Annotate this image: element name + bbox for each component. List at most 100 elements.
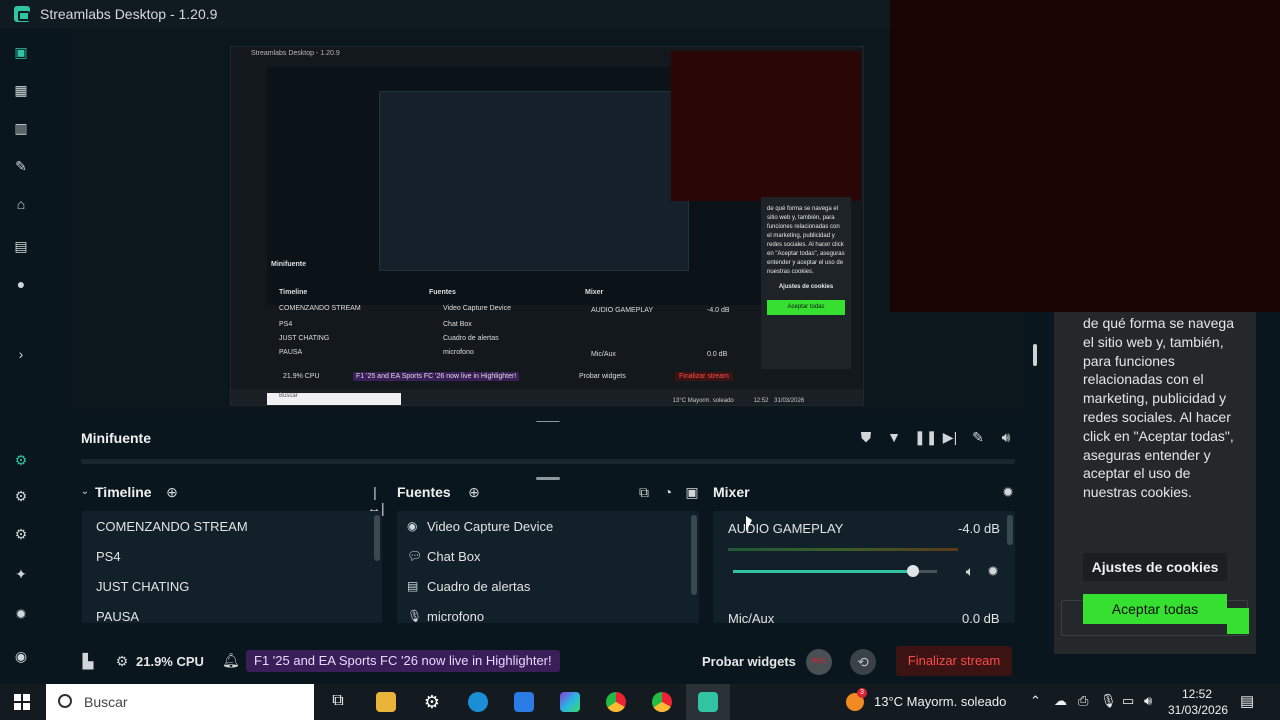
- collapse-chevron-icon[interactable]: ⌄: [77, 484, 93, 500]
- tray-chevron-icon[interactable]: ⌃: [1030, 693, 1041, 709]
- cookie-text: de qué forma se navega el sitio web y, t…: [1083, 315, 1234, 501]
- source-item-alertas[interactable]: Cuadro de alertas: [427, 579, 530, 594]
- end-stream-button[interactable]: Finalizar stream: [896, 646, 1012, 676]
- weather-badge: 3: [857, 688, 867, 698]
- search-icon: [58, 694, 72, 708]
- mouse-cursor: [746, 516, 752, 532]
- next-icon[interactable]: ▶|: [942, 429, 958, 445]
- add-source-icon[interactable]: ⊕: [466, 484, 482, 500]
- mixer-settings-icon[interactable]: ✹: [1000, 484, 1016, 500]
- audio-settings-icon[interactable]: ✹: [985, 563, 1001, 579]
- settings-app-icon[interactable]: ⚙: [422, 692, 442, 712]
- test-widgets-button[interactable]: Probar widgets: [702, 654, 796, 669]
- edit-icon[interactable]: ✎: [970, 429, 986, 445]
- stats-icon[interactable]: ▙: [80, 653, 96, 669]
- windows-start-icon[interactable]: [14, 694, 30, 710]
- editor-icon[interactable]: ▣: [13, 44, 29, 60]
- record-button[interactable]: REC: [806, 649, 832, 675]
- mixer-title: Mixer: [713, 484, 750, 500]
- source-item-video-capture[interactable]: Video Capture Device: [427, 519, 553, 534]
- scene-transition-icon[interactable]: |↔|: [367, 484, 385, 516]
- ai-icon[interactable]: ✦: [13, 566, 29, 582]
- source-item-microfono[interactable]: microfono: [427, 609, 484, 624]
- themes-icon[interactable]: ✎: [13, 158, 29, 174]
- edge-browser-icon[interactable]: [468, 692, 488, 712]
- file-explorer-icon[interactable]: [376, 692, 396, 712]
- preview-weather: 13°C Mayorm. soleado: [672, 397, 734, 404]
- preview-scene-1: COMENZANDO STREAM: [279, 305, 361, 312]
- resize-handle[interactable]: [1033, 344, 1037, 366]
- notification-bell-icon[interactable]: 🔔︎: [222, 652, 240, 668]
- windows-taskbar: Buscar ⧉ ⚙ 3 13°C Mayorm. soleado ⌃ ☁ ⎙ …: [0, 684, 1280, 720]
- drag-handle-middle[interactable]: [536, 477, 560, 480]
- accept-cookies-button[interactable]: Aceptar todas: [1083, 594, 1227, 624]
- dashboard-icon[interactable]: ⚙: [13, 488, 29, 504]
- expand-arrow-icon[interactable]: ›: [13, 346, 29, 362]
- tray-network-icon[interactable]: ☁: [1054, 693, 1067, 709]
- timeline-title: Timeline: [95, 484, 152, 500]
- mixer-panel: AUDIO GAMEPLAY -4.0 dB 🔈︎ ✹ Mic/Aux 0.0 …: [713, 511, 1015, 626]
- scene-item-pausa[interactable]: PAUSA: [96, 609, 139, 624]
- preview-source-4: microfono: [443, 349, 474, 356]
- outlook-icon[interactable]: [514, 692, 534, 712]
- store-icon[interactable]: ⌂: [13, 196, 29, 212]
- clock-date[interactable]: 31/03/2026: [1168, 703, 1228, 717]
- cookie-banner: de qué forma se navega el sitio web y, t…: [1054, 312, 1256, 654]
- library-icon[interactable]: ▥: [13, 120, 29, 136]
- mixer-scrollbar[interactable]: [1007, 515, 1013, 545]
- footer-bar: ▙ ⚙ 21.9% CPU 🔔︎ F1 '25 and EA Sports FC…: [72, 640, 1024, 680]
- cookie-settings-button[interactable]: Ajustes de cookies: [1083, 553, 1227, 581]
- scenes-scrollbar[interactable]: [374, 515, 380, 561]
- microsoft365-icon[interactable]: [560, 692, 580, 712]
- preview-date: 31/03/2026: [774, 397, 805, 404]
- stream-preview[interactable]: Streamlabs Desktop - 1.20.9 de qué forma…: [230, 46, 864, 406]
- preview-cookie-text: de qué forma se navega el sitio web y, t…: [767, 206, 845, 275]
- settings-icon[interactable]: ✹: [13, 606, 29, 622]
- volume-icon[interactable]: 🔊︎: [998, 429, 1014, 445]
- preview-scene-2: PS4: [279, 321, 293, 328]
- layout-grid-icon[interactable]: ▦: [13, 82, 29, 98]
- source-group-icon[interactable]: ⧉: [636, 484, 652, 500]
- replay-buffer-icon[interactable]: ⟲: [850, 649, 876, 675]
- mute-icon[interactable]: 🔈︎: [962, 563, 978, 579]
- left-navigation: ▣ ▦ ▥ ✎ ⌂ ▤ ● › ⚙ ⚙ ⚙ ✦ ✹ ◉: [0, 28, 42, 680]
- pause-icon[interactable]: ❚❚: [914, 429, 937, 445]
- preview-audio-1-db: -4.0 dB: [707, 307, 730, 314]
- highlighter-notification[interactable]: F1 '25 and EA Sports FC '26 now live in …: [246, 650, 560, 672]
- weather-text[interactable]: 13°C Mayorm. soleado: [874, 694, 1006, 709]
- play-icon[interactable]: ●: [13, 276, 29, 292]
- minifuente-progress: [81, 459, 1015, 464]
- taskbar-search-placeholder: Buscar: [84, 694, 128, 710]
- tray-volume-icon[interactable]: 🔊︎: [1144, 693, 1152, 709]
- sources-scrollbar[interactable]: [691, 515, 697, 595]
- streamlabs-taskbar-active[interactable]: [686, 684, 730, 720]
- scene-item-comenzando[interactable]: COMENZANDO STREAM: [96, 519, 248, 534]
- filter-icon[interactable]: ▼: [886, 429, 902, 445]
- preview-fuentes: Fuentes: [429, 289, 456, 296]
- notifications-icon[interactable]: ▤: [1240, 692, 1254, 710]
- chrome-icon[interactable]: [606, 692, 626, 712]
- scene-item-ps4[interactable]: PS4: [96, 549, 121, 564]
- clock-time[interactable]: 12:52: [1182, 687, 1212, 701]
- chrome-profile-icon[interactable]: [652, 692, 672, 712]
- streamlabs-logo-icon: [14, 6, 30, 22]
- audio-gameplay-slider-knob[interactable]: [906, 565, 919, 577]
- streamlabs-taskbar-icon: [698, 692, 718, 712]
- highlighter-icon[interactable]: ⚙: [13, 526, 29, 542]
- profile-icon[interactable]: ◉: [13, 648, 29, 664]
- tray-display-icon[interactable]: ▭: [1122, 693, 1134, 709]
- scene-item-just-chating[interactable]: JUST CHATING: [96, 579, 189, 594]
- source-item-chat-box[interactable]: Chat Box: [427, 549, 480, 564]
- taskbar-search[interactable]: Buscar: [46, 684, 314, 720]
- audio-gameplay-slider-track[interactable]: [733, 565, 937, 577]
- studio-mode-icon[interactable]: ⚙: [13, 452, 29, 468]
- task-view-icon[interactable]: ⧉: [328, 692, 348, 712]
- minifuente-bar: Minifuente ⛊ ▼ ❚❚ ▶| ✎ 🔊︎: [72, 422, 1024, 466]
- shield-icon[interactable]: ⛊: [858, 429, 874, 445]
- clips-icon[interactable]: ▤: [13, 238, 29, 254]
- source-hide-icon[interactable]: ◔: [660, 484, 676, 500]
- tray-mic-icon[interactable]: 🎙︎: [1100, 693, 1117, 709]
- add-folder-icon[interactable]: ▣: [684, 484, 700, 500]
- add-scene-icon[interactable]: ⊕: [164, 484, 180, 500]
- tray-device-icon[interactable]: ⎙: [1078, 693, 1088, 709]
